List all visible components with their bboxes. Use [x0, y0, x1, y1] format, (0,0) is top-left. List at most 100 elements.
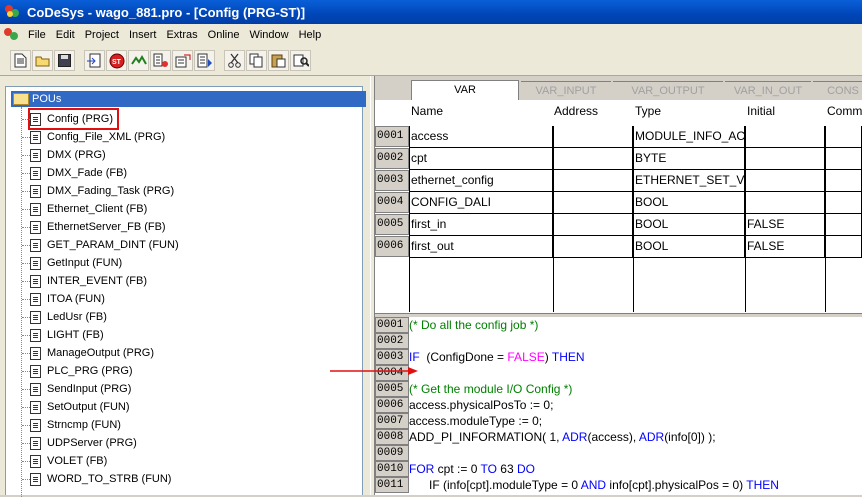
code-editor[interactable]: 0001 (* Do all the config job *) 0002 0003 I… — [375, 317, 862, 495]
code-line[interactable]: 0006 access.physicalPosTo := 0; — [375, 397, 862, 413]
run-stop-icon[interactable]: ST — [106, 50, 127, 71]
tree-item[interactable]: GET_PARAM_DINT (FUN) — [22, 236, 179, 254]
tree-item[interactable]: VOLET (FB) — [22, 452, 107, 470]
tree-item[interactable]: LIGHT (FB) — [22, 326, 104, 344]
menu-window[interactable]: Window — [244, 29, 293, 41]
code-line[interactable]: 0011 IF (info[cpt].moduleType = 0 AND in… — [375, 477, 862, 493]
tree-item[interactable]: ManageOutput (PRG) — [22, 344, 154, 362]
menu-help[interactable]: Help — [294, 29, 327, 41]
tree-item[interactable]: SendInput (PRG) — [22, 380, 131, 398]
var-cell-address[interactable] — [553, 236, 633, 258]
var-cell-type[interactable]: BOOL — [633, 236, 745, 258]
paste-icon[interactable] — [268, 50, 289, 71]
code-line[interactable]: 0010 FOR cpt := 0 TO 63 DO — [375, 461, 862, 477]
tab-constants[interactable]: CONS — [813, 81, 862, 99]
tree-item[interactable]: EthernetServer_FB (FB) — [22, 218, 166, 236]
menu-edit[interactable]: Edit — [51, 29, 80, 41]
var-cell-name[interactable]: first_in — [409, 214, 553, 236]
tree-item[interactable]: DMX_Fade (FB) — [22, 164, 127, 182]
tree-item[interactable]: Config_File_XML (PRG) — [22, 128, 165, 146]
codesys-app-icon[interactable] — [5, 5, 21, 19]
tree-item[interactable]: GetInput (FUN) — [22, 254, 122, 272]
tab-var-input[interactable]: VAR_INPUT — [521, 81, 611, 99]
var-cell-address[interactable] — [553, 170, 633, 192]
login-icon[interactable] — [84, 50, 105, 71]
tree-item[interactable]: Strncmp (FUN) — [22, 416, 121, 434]
tree-item[interactable]: WORD_TO_STRB (FUN) — [22, 470, 171, 488]
code-line[interactable]: 0008 ADD_PI_INFORMATION( 1, ADR(access), … — [375, 429, 862, 445]
var-cell-name[interactable]: first_out — [409, 236, 553, 258]
code-line[interactable]: 0005 (* Get the module I/O Config *) — [375, 381, 862, 397]
step-in-icon[interactable] — [194, 50, 215, 71]
menu-extras[interactable]: Extras — [161, 29, 202, 41]
tree-item[interactable]: LedUsr (FB) — [22, 308, 107, 326]
var-cell-comment[interactable] — [825, 148, 862, 170]
var-cell-initial[interactable]: FALSE — [745, 214, 825, 236]
tab-var[interactable]: VAR — [411, 80, 519, 100]
var-row[interactable]: 0004 CONFIG_DALI BOOL — [375, 192, 862, 214]
var-cell-initial[interactable] — [745, 148, 825, 170]
tree-item[interactable]: PLC_PRG (PRG) — [22, 362, 133, 380]
breakpoint-icon[interactable] — [150, 50, 171, 71]
code-line[interactable]: 0002 — [375, 333, 862, 349]
tree-item[interactable]: ITOA (FUN) — [22, 290, 105, 308]
var-cell-comment[interactable] — [825, 236, 862, 258]
step-over-icon[interactable] — [172, 50, 193, 71]
cut-icon[interactable] — [224, 50, 245, 71]
var-cell-name[interactable]: access — [409, 126, 553, 148]
var-row[interactable]: 0001 access MODULE_INFO_AC — [375, 126, 862, 148]
tree-item-label: LedUsr (FB) — [47, 311, 107, 323]
tree-item[interactable]: Config (PRG) — [22, 108, 120, 130]
var-cell-initial[interactable]: FALSE — [745, 236, 825, 258]
var-cell-initial[interactable] — [745, 192, 825, 214]
menu-online[interactable]: Online — [203, 29, 245, 41]
var-cell-initial[interactable] — [745, 126, 825, 148]
save-icon[interactable] — [54, 50, 75, 71]
document-menu-icon[interactable] — [4, 28, 20, 42]
menu-file[interactable]: File — [23, 29, 51, 41]
tree-item[interactable]: DMX (PRG) — [22, 146, 106, 164]
tree-item[interactable]: SetOutput (FUN) — [22, 398, 130, 416]
var-cell-comment[interactable] — [825, 192, 862, 214]
code-line[interactable]: 0003 IF (ConfigDone = FALSE) THEN — [375, 349, 862, 365]
var-cell-comment[interactable] — [825, 214, 862, 236]
var-cell-type[interactable]: BOOL — [633, 192, 745, 214]
pou-tree[interactable]: POUs Config (PRG) Config_File_XML (PRG) DM… — [5, 86, 366, 497]
tree-item[interactable]: DMX_Fading_Task (PRG) — [22, 182, 174, 200]
var-cell-address[interactable] — [553, 126, 633, 148]
menu-insert[interactable]: Insert — [124, 29, 162, 41]
var-cell-initial[interactable] — [745, 170, 825, 192]
var-row[interactable]: 0005 first_in BOOL FALSE — [375, 214, 862, 236]
var-cell-comment[interactable] — [825, 170, 862, 192]
var-row[interactable]: 0002 cpt BYTE — [375, 148, 862, 170]
find-icon[interactable] — [290, 50, 311, 71]
code-line[interactable]: 0001 (* Do all the config job *) — [375, 317, 862, 333]
tab-var-in-out[interactable]: VAR_IN_OUT — [725, 81, 811, 99]
tab-var-output[interactable]: VAR_OUTPUT — [613, 81, 723, 99]
tree-item[interactable]: Ethernet_Client (FB) — [22, 200, 147, 218]
code-line[interactable]: 0004 — [375, 365, 862, 381]
var-cell-type[interactable]: BYTE — [633, 148, 745, 170]
var-cell-name[interactable]: ethernet_config — [409, 170, 553, 192]
var-cell-type[interactable]: BOOL — [633, 214, 745, 236]
open-icon[interactable] — [32, 50, 53, 71]
tree-root-pous[interactable]: POUs — [11, 91, 366, 107]
var-cell-comment[interactable] — [825, 126, 862, 148]
menu-project[interactable]: Project — [80, 29, 124, 41]
reset-icon[interactable] — [128, 50, 149, 71]
var-row[interactable]: 0006 first_out BOOL FALSE — [375, 236, 862, 258]
var-cell-address[interactable] — [553, 214, 633, 236]
var-cell-type[interactable]: ETHERNET_SET_V — [633, 170, 745, 192]
code-line[interactable]: 0007 access.moduleType := 0; — [375, 413, 862, 429]
var-cell-address[interactable] — [553, 192, 633, 214]
code-line[interactable]: 0009 — [375, 445, 862, 461]
var-cell-type[interactable]: MODULE_INFO_AC — [633, 126, 745, 148]
new-icon[interactable] — [10, 50, 31, 71]
var-row[interactable]: 0003 ethernet_config ETHERNET_SET_V — [375, 170, 862, 192]
copy-icon[interactable] — [246, 50, 267, 71]
var-cell-name[interactable]: CONFIG_DALI — [409, 192, 553, 214]
var-cell-address[interactable] — [553, 148, 633, 170]
var-cell-name[interactable]: cpt — [409, 148, 553, 170]
tree-item[interactable]: INTER_EVENT (FB) — [22, 272, 147, 290]
tree-item[interactable]: UDPServer (PRG) — [22, 434, 137, 452]
